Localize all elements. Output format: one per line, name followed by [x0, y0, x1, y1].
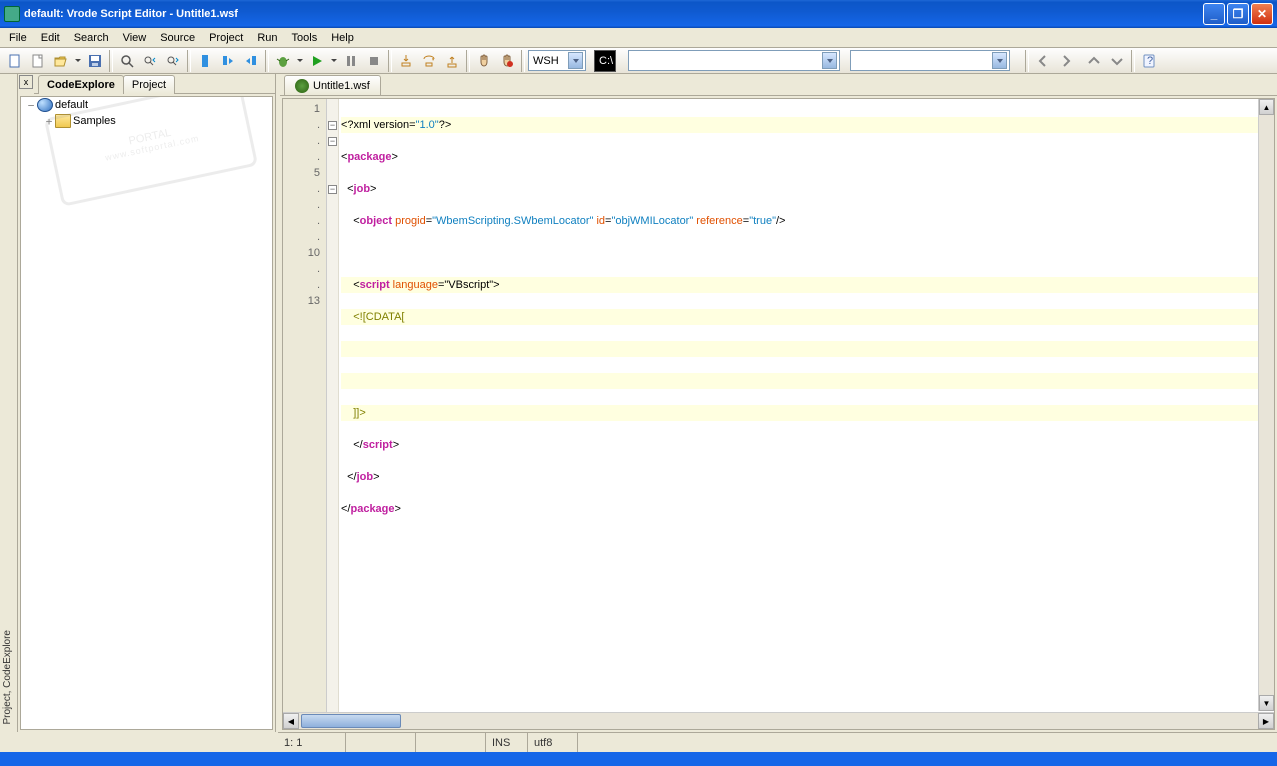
menu-project[interactable]: Project: [202, 30, 250, 46]
toolbar: WSH C:\ ?: [0, 48, 1277, 74]
tree-node-root[interactable]: − default: [21, 97, 272, 113]
help-button[interactable]: ?: [1138, 50, 1160, 72]
menu-view[interactable]: View: [116, 30, 154, 46]
chevron-down-icon[interactable]: [992, 52, 1007, 69]
debug-button[interactable]: [272, 50, 294, 72]
save-button[interactable]: [84, 50, 106, 72]
tree-root-label: default: [55, 99, 88, 111]
menu-source[interactable]: Source: [153, 30, 202, 46]
status-cursor-pos: 1: 1: [278, 733, 346, 752]
tree-child-label: Samples: [73, 115, 116, 127]
line-number-gutter: 1 . . . 5 . . . . 10 . . 13: [283, 99, 327, 712]
status-cell-rest: [578, 733, 1277, 752]
close-button[interactable]: ✕: [1251, 3, 1273, 25]
fold-toggle[interactable]: −: [328, 137, 337, 146]
editor-vertical-scrollbar[interactable]: ▲ ▼: [1258, 99, 1274, 711]
tree-node-samples[interactable]: + Samples: [21, 113, 272, 129]
tab-codeexplore[interactable]: CodeExplore: [38, 75, 124, 94]
code-text[interactable]: <?xml version="1.0"?> <package> <job> <o…: [339, 99, 1274, 712]
tree-expand-icon[interactable]: +: [43, 115, 55, 128]
stop-button[interactable]: [363, 50, 385, 72]
status-bar: 1: 1 INS utf8: [278, 732, 1277, 752]
menu-search[interactable]: Search: [67, 30, 116, 46]
fold-toggle[interactable]: −: [328, 121, 337, 130]
maximize-button[interactable]: ❐: [1227, 3, 1249, 25]
open-dropdown[interactable]: [73, 50, 83, 72]
vertical-tab-label: Project, CodeExplore: [2, 630, 13, 725]
menu-tools[interactable]: Tools: [285, 30, 325, 46]
menu-edit[interactable]: Edit: [34, 30, 67, 46]
scroll-left-arrow[interactable]: ◀: [283, 713, 299, 729]
app-icon: [4, 6, 20, 22]
editor-horizontal-scrollbar[interactable]: ◀ ▶: [283, 712, 1274, 729]
toggle-bookmark-button[interactable]: [194, 50, 216, 72]
tab-project[interactable]: Project: [123, 75, 175, 94]
scroll-right-arrow[interactable]: ▶: [1258, 713, 1274, 729]
scroll-up-arrow[interactable]: ▲: [1259, 99, 1274, 115]
step-over-button[interactable]: [418, 50, 440, 72]
window-title: default: Vrode Script Editor - Untitle1.…: [24, 8, 238, 20]
nav-up-button[interactable]: [1083, 50, 1105, 72]
tree-collapse-icon[interactable]: −: [25, 99, 37, 112]
find-next-button[interactable]: [162, 50, 184, 72]
menubar: File Edit Search View Source Project Run…: [0, 28, 1277, 48]
console-button[interactable]: C:\: [594, 50, 616, 72]
step-out-button[interactable]: [441, 50, 463, 72]
svg-text:C:\: C:\: [599, 55, 613, 67]
menu-run[interactable]: Run: [250, 30, 284, 46]
break-hand-button[interactable]: [496, 50, 518, 72]
nav-forward-button[interactable]: [1055, 50, 1077, 72]
script-engine-combo[interactable]: WSH: [528, 50, 586, 71]
document-tab[interactable]: Untitle1.wsf: [284, 75, 381, 95]
editor-zone: Untitle1.wsf 1 . . . 5 . . . . 10 . .: [280, 74, 1277, 732]
chevron-down-icon[interactable]: [568, 52, 583, 69]
document-tab-label: Untitle1.wsf: [313, 80, 370, 92]
fold-column[interactable]: − − −: [327, 99, 339, 712]
find-button[interactable]: [116, 50, 138, 72]
search-combo[interactable]: [628, 50, 840, 71]
status-cell-3: [416, 733, 486, 752]
new-file-button[interactable]: [4, 50, 26, 72]
next-bookmark-button[interactable]: [217, 50, 239, 72]
panel-close-button[interactable]: x: [19, 75, 33, 89]
vertical-tab-strip[interactable]: Project, CodeExplore: [0, 74, 18, 732]
status-cell-2: [346, 733, 416, 752]
prev-bookmark-button[interactable]: [240, 50, 262, 72]
goto-combo[interactable]: [850, 50, 1010, 71]
titlebar: default: Vrode Script Editor - Untitle1.…: [0, 0, 1277, 28]
menu-file[interactable]: File: [2, 30, 34, 46]
run-dropdown[interactable]: [329, 50, 339, 72]
pause-button[interactable]: [340, 50, 362, 72]
find-prev-button[interactable]: [139, 50, 161, 72]
run-button[interactable]: [306, 50, 328, 72]
fold-toggle[interactable]: −: [328, 185, 337, 194]
minimize-button[interactable]: _: [1203, 3, 1225, 25]
chevron-down-icon[interactable]: [822, 52, 837, 69]
nav-down-button[interactable]: [1106, 50, 1128, 72]
step-into-button[interactable]: [395, 50, 417, 72]
debug-dropdown[interactable]: [295, 50, 305, 72]
new-file-alt-button[interactable]: [27, 50, 49, 72]
project-tree[interactable]: PORTALwww.softportal.com − default + Sam…: [20, 96, 273, 730]
code-editor[interactable]: 1 . . . 5 . . . . 10 . . 13 − −: [283, 99, 1274, 712]
script-file-icon: [295, 79, 309, 93]
window-border-bottom: [0, 752, 1277, 766]
nav-back-button[interactable]: [1032, 50, 1054, 72]
script-engine-value: WSH: [533, 55, 559, 67]
status-encoding: utf8: [528, 733, 578, 752]
side-panel: x CodeExplore Project PORTALwww.softport…: [18, 74, 276, 732]
scroll-thumb[interactable]: [301, 714, 401, 728]
globe-icon: [37, 98, 53, 112]
status-insert-mode: INS: [486, 733, 528, 752]
menu-help[interactable]: Help: [324, 30, 361, 46]
svg-text:?: ?: [1147, 55, 1153, 67]
open-button[interactable]: [50, 50, 72, 72]
scroll-down-arrow[interactable]: ▼: [1259, 695, 1274, 711]
hand-tool-button[interactable]: [473, 50, 495, 72]
folder-icon: [55, 114, 71, 128]
